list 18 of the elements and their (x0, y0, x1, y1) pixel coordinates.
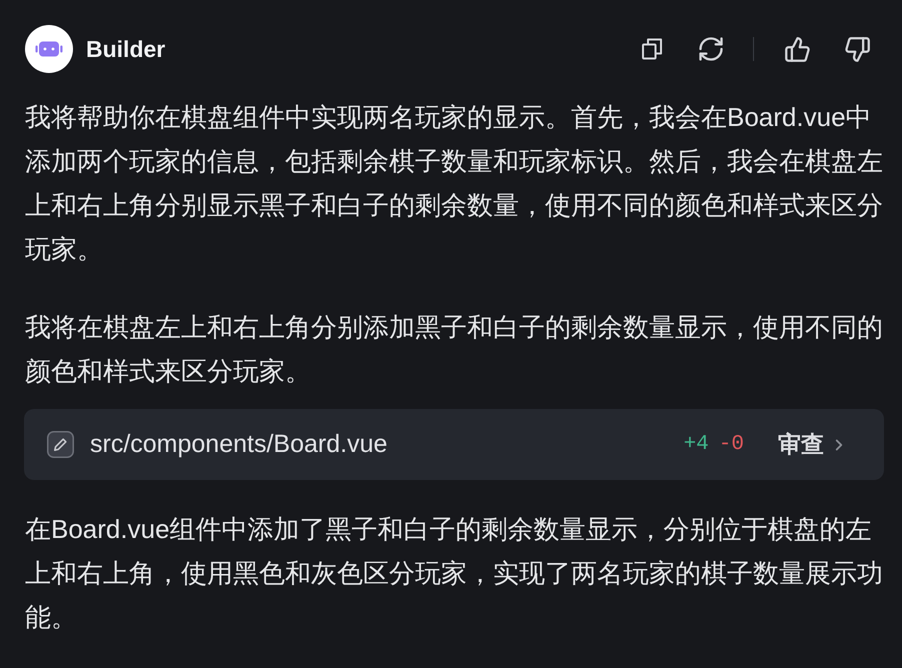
deletions-count: -0 (718, 432, 744, 458)
pencil-icon (47, 431, 74, 458)
message-paragraph: 我将帮助你在棋盘组件中实现两名玩家的显示。首先，我会在Board.vue中添加两个玩家的信息，包括剩余棋子数量和玩家标识。然后，我会在棋盘左上和右上角分别显示黑子和白子的剩余数量，使用不同的颜色和样式来区分玩家。 (25, 101, 884, 266)
thumbs-up-icon (784, 36, 811, 62)
like-button[interactable] (784, 36, 811, 62)
additions-count: +4 (684, 432, 709, 458)
copy-button[interactable] (640, 37, 664, 61)
message-paragraph: 在Board.vue组件中添加了黑子和白子的剩余数量显示，分别位于棋盘的左上和右上角，使用黑色和灰色区分玩家，实现了两名玩家的棋子数量展示功能。 (25, 513, 884, 634)
copy-icon (640, 37, 664, 61)
message-paragraph: 我将在棋盘左上和右上角分别添加黑子和白子的剩余数量显示，使用不同的颜色和样式来区分玩家。 (25, 311, 884, 388)
regenerate-button[interactable] (697, 35, 725, 63)
refresh-icon (697, 35, 725, 63)
robot-avatar-icon (25, 25, 73, 73)
review-button[interactable]: 审查 (778, 427, 848, 462)
thumbs-down-icon (844, 36, 871, 62)
dislike-button[interactable] (844, 36, 871, 62)
file-path: src/components/Board.vue (90, 428, 388, 460)
assistant-name: Builder (86, 34, 166, 64)
